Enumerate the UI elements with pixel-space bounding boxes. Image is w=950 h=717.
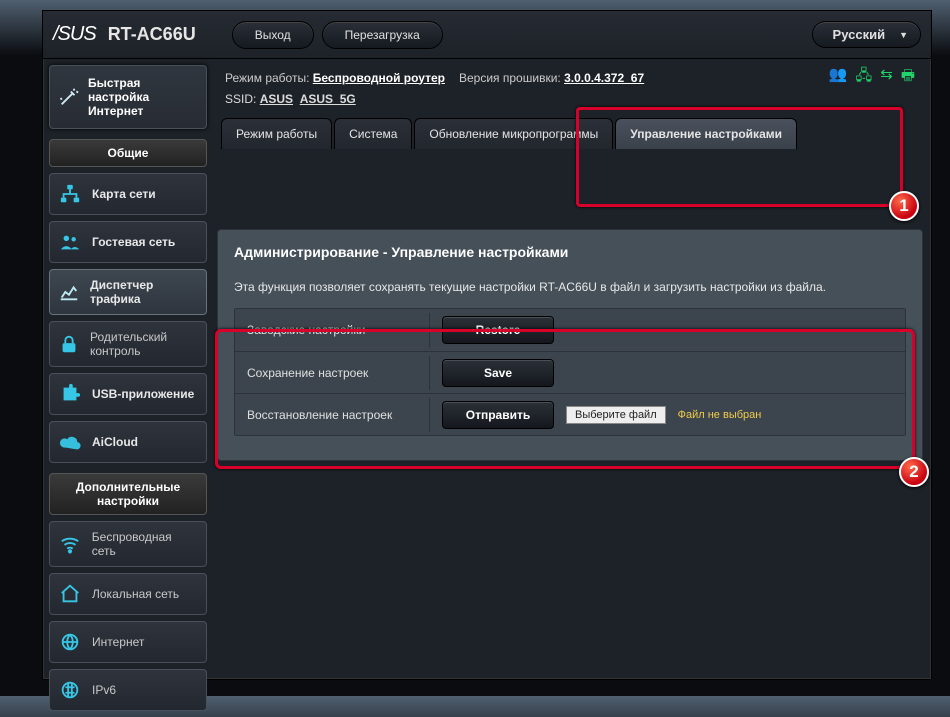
qis-button[interactable]: Быстрая настройка Интернет: [49, 65, 207, 129]
chevron-down-icon: ▼: [899, 30, 908, 40]
ssid-2g[interactable]: ASUS: [260, 92, 293, 106]
sidebar-item-parental[interactable]: Родительский контроль: [49, 321, 207, 367]
annotation-outline-1: [576, 107, 903, 207]
ipv6-icon: [58, 678, 82, 702]
link-icon[interactable]: 🖧: [856, 65, 873, 90]
wifi-icon: [58, 532, 82, 556]
puzzle-icon: [58, 382, 82, 406]
reboot-button[interactable]: Перезагрузка: [322, 21, 443, 49]
sidebar-item-aicloud[interactable]: AiCloud: [49, 421, 207, 463]
status-bar: Режим работы: Беспроводной роутер Версия…: [217, 59, 923, 92]
network-icon: [58, 182, 82, 206]
sidebar-item-ipv6[interactable]: IPv6: [49, 669, 207, 711]
sidebar-item-guest-network[interactable]: Гостевая сеть: [49, 221, 207, 263]
cloud-icon: [58, 430, 82, 454]
annotation-badge-2: 2: [899, 457, 929, 487]
chart-icon: [58, 280, 80, 304]
header-bar: /SUS RT-AC66U Выход Перезагрузка Русский…: [43, 11, 931, 59]
sidebar-item-usb[interactable]: USB-приложение: [49, 373, 207, 415]
tab-op-mode[interactable]: Режим работы: [221, 118, 332, 149]
main-content: Режим работы: Беспроводной роутер Версия…: [213, 59, 931, 717]
language-label: Русский: [833, 27, 886, 42]
sidebar-item-wan[interactable]: Интернет: [49, 621, 207, 663]
logout-button[interactable]: Выход: [232, 21, 314, 49]
sidebar-item-wireless[interactable]: Беспроводная сеть: [49, 521, 207, 567]
language-select[interactable]: Русский ▼: [812, 21, 921, 48]
ssid-5g[interactable]: ASUS_5G: [300, 92, 356, 106]
fw-link[interactable]: 3.0.0.4.372_67: [564, 71, 644, 85]
model-name: RT-AC66U: [108, 24, 196, 45]
brand-logo: /SUS: [53, 23, 96, 46]
section-general: Общие: [49, 139, 207, 167]
panel-desc: Эта функция позволяет сохранять текущие …: [234, 280, 906, 294]
annotation-badge-1: 1: [889, 191, 919, 221]
usb-status-icon[interactable]: ⇆: [880, 65, 893, 90]
op-mode-link[interactable]: Беспроводной роутер: [313, 71, 445, 85]
sidebar-item-traffic-manager[interactable]: Диспетчер трафика: [49, 269, 207, 315]
users-icon: [58, 230, 82, 254]
lock-icon: [58, 332, 80, 356]
tab-system[interactable]: Система: [334, 118, 412, 149]
sidebar-item-lan[interactable]: Локальная сеть: [49, 573, 207, 615]
printer-icon[interactable]: 🖶: [901, 65, 915, 90]
panel-title: Администрирование - Управление настройка…: [234, 244, 906, 260]
section-advanced: Дополнительные настройки: [49, 473, 207, 515]
home-icon: [58, 582, 82, 606]
clients-icon[interactable]: 👥: [829, 65, 848, 90]
globe-icon: [58, 630, 82, 654]
sidebar: Быстрая настройка Интернет Общие Карта с…: [43, 59, 213, 717]
sidebar-item-network-map[interactable]: Карта сети: [49, 173, 207, 215]
annotation-outline-2: [215, 329, 915, 469]
wand-icon: [58, 85, 80, 109]
